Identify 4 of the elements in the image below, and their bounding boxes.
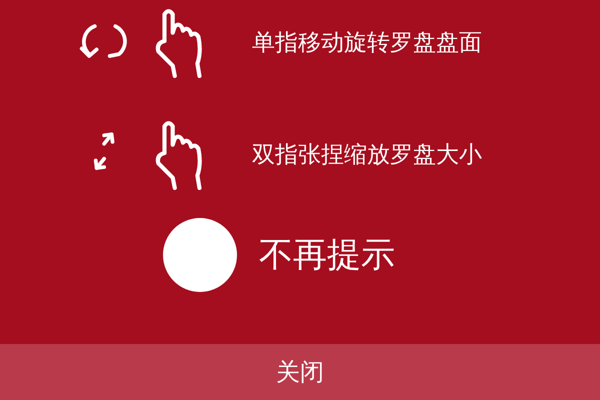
- close-button[interactable]: 关闭: [0, 344, 600, 400]
- gesture-instruction: 单指移动旋转罗盘盘面: [252, 28, 482, 58]
- dont-show-again-label: 不再提示: [259, 234, 395, 277]
- gesture-instruction: 双指张捏缩放罗盘大小: [252, 140, 482, 170]
